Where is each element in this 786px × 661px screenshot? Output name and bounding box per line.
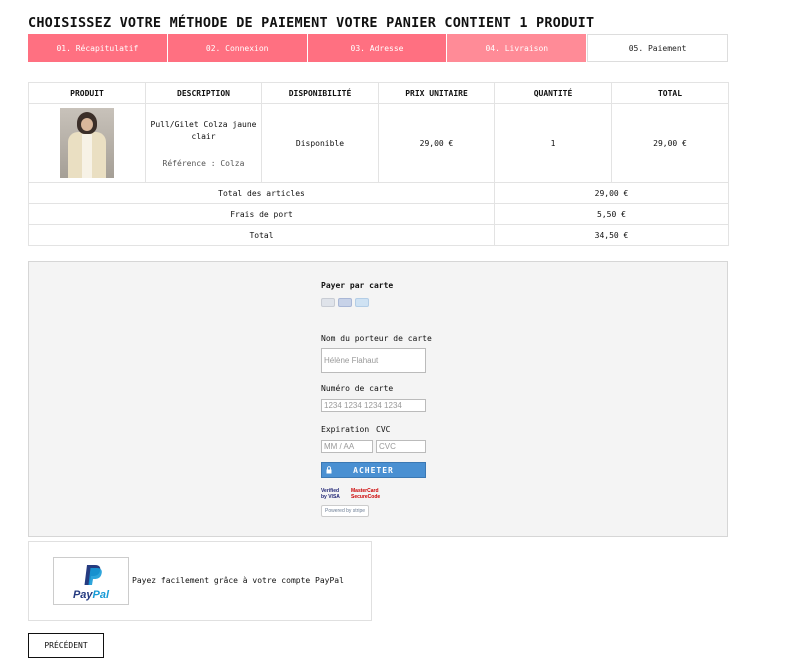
product-name[interactable]: Pull/Gilet Colza jaune clair — [146, 119, 261, 143]
visa-card-icon — [321, 298, 335, 307]
step-adresse[interactable]: 03. Adresse — [307, 34, 448, 62]
summary-value: 29,00 € — [494, 182, 729, 204]
summary-row-articles: Total des articles 29,00 € — [28, 182, 729, 204]
step-livraison[interactable]: 04. Livraison — [447, 34, 588, 62]
cvc-input[interactable]: CVC — [376, 440, 426, 453]
product-total: 29,00 € — [611, 103, 729, 183]
step-recapitulatif[interactable]: 01. Récapitulatif — [28, 34, 168, 62]
accepted-cards — [321, 298, 369, 307]
page-title: CHOISISSEZ VOTRE MÉTHODE DE PAIEMENT VOT… — [28, 15, 595, 32]
col-header-disponibilite: DISPONIBILITÉ — [261, 82, 379, 104]
lock-icon — [326, 466, 332, 474]
summary-label: Frais de port — [28, 203, 495, 225]
product-reference: Référence : Colza — [162, 158, 245, 168]
col-header-produit: PRODUIT — [28, 82, 146, 104]
step-connexion[interactable]: 02. Connexion — [167, 34, 308, 62]
security-logos: Verified by VISA MasterCard SecureCode — [321, 488, 381, 500]
amex-card-icon — [355, 298, 369, 307]
summary-value: 34,50 € — [494, 224, 729, 246]
powered-by-stripe-badge: Powered by stripe — [321, 505, 369, 517]
col-header-total: TOTAL — [611, 82, 729, 104]
previous-button[interactable]: PRÉCÉDENT — [28, 633, 104, 658]
card-holder-input[interactable]: Hélène Flahaut — [321, 348, 426, 373]
paypal-description[interactable]: Payez facilement grâce à votre compte Pa… — [132, 576, 344, 585]
col-header-prix-unitaire: PRIX UNITAIRE — [378, 82, 495, 104]
buy-button-label: ACHETER — [353, 465, 394, 475]
card-number-label: Numéro de carte — [321, 384, 394, 393]
table-row: Pull/Gilet Colza jaune clair Référence :… — [28, 103, 729, 183]
product-availability: Disponible — [261, 103, 379, 183]
summary-row-shipping: Frais de port 5,50 € — [28, 203, 729, 225]
col-header-quantite: QUANTITÉ — [494, 82, 612, 104]
col-header-description: DESCRIPTION — [145, 82, 262, 104]
cart-header-row: PRODUIT DESCRIPTION DISPONIBILITÉ PRIX U… — [28, 82, 729, 104]
summary-label: Total des articles — [28, 182, 495, 204]
product-image-cell — [28, 103, 146, 183]
summary-label: Total — [28, 224, 495, 246]
paypal-p-icon — [84, 565, 102, 585]
summary-value: 5,50 € — [494, 203, 729, 225]
cvc-label: CVC — [376, 425, 391, 434]
product-unit-price: 29,00 € — [378, 103, 495, 183]
card-payment-panel: Payer par carte Nom du porteur de carte … — [28, 261, 728, 537]
paypal-wordmark: PayPal — [72, 589, 110, 601]
checkout-steps: 01. Récapitulatif 02. Connexion 03. Adre… — [28, 34, 728, 62]
paypal-option[interactable]: PayPal Payez facilement grâce à votre co… — [28, 541, 372, 621]
verified-by-visa-logo: Verified by VISA — [321, 488, 340, 500]
card-number-input[interactable]: 1234 1234 1234 1234 — [321, 399, 426, 412]
mastercard-card-icon — [338, 298, 352, 307]
expiry-label: Expiration — [321, 425, 370, 434]
card-payment-title: Payer par carte — [321, 281, 394, 290]
card-holder-label: Nom du porteur de carte — [321, 334, 432, 343]
product-description-cell: Pull/Gilet Colza jaune clair Référence :… — [145, 103, 262, 183]
product-image[interactable] — [60, 108, 114, 178]
step-paiement: 05. Paiement — [587, 34, 728, 62]
expiry-input[interactable]: MM / AA — [321, 440, 373, 453]
product-quantity: 1 — [494, 103, 612, 183]
cart-table: PRODUIT DESCRIPTION DISPONIBILITÉ PRIX U… — [28, 82, 729, 246]
buy-button[interactable]: ACHETER — [321, 462, 426, 478]
summary-row-total: Total 34,50 € — [28, 224, 729, 246]
paypal-logo[interactable]: PayPal — [53, 557, 129, 605]
mastercard-securecode-logo: MasterCard SecureCode — [351, 488, 381, 500]
